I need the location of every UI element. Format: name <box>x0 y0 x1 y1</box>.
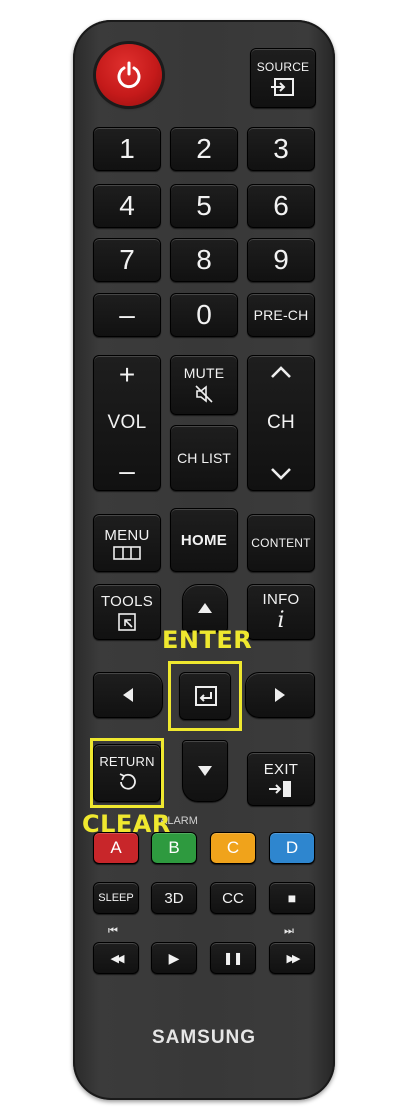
play-button[interactable]: ▶ <box>151 942 197 974</box>
previous-icon: ⏮ <box>108 925 118 937</box>
ch-list-button[interactable]: CH LIST <box>170 425 238 491</box>
tools-icon <box>118 612 136 631</box>
digit-8-button[interactable]: 8 <box>170 238 238 282</box>
sleep-button[interactable]: SLEEP <box>93 882 139 914</box>
exit-button[interactable]: EXIT <box>247 752 315 806</box>
vol-label: VOL <box>107 412 147 433</box>
menu-grid-icon <box>113 545 141 560</box>
digit-3-button[interactable]: 3 <box>247 127 315 171</box>
channel-up-icon[interactable] <box>269 364 293 380</box>
pre-ch-button[interactable]: PRE-CH <box>247 293 315 337</box>
volume-rocker[interactable]: + VOL – <box>93 355 161 491</box>
fast-forward-button[interactable]: ▶▶ <box>269 942 315 974</box>
tools-label: TOOLS <box>100 592 154 610</box>
source-button[interactable]: SOURCE <box>250 48 316 108</box>
digit-2-button[interactable]: 2 <box>170 127 238 171</box>
volume-down-button[interactable]: – <box>119 457 135 485</box>
info-icon: i <box>277 608 285 633</box>
stop-button[interactable]: ■ <box>269 882 315 914</box>
return-highlight-box <box>90 738 164 808</box>
rewind-button[interactable]: ◀◀ <box>93 942 139 974</box>
home-button[interactable]: HOME <box>170 508 238 572</box>
triangle-right-icon <box>275 688 285 702</box>
info-button[interactable]: INFO i <box>247 584 315 640</box>
brand-logo: SAMSUNG <box>151 1027 257 1048</box>
tools-button[interactable]: TOOLS <box>93 584 161 640</box>
source-label: SOURCE <box>256 59 310 74</box>
next-icon: ⏭ <box>284 925 294 937</box>
digit-1-button[interactable]: 1 <box>93 127 161 171</box>
menu-label: MENU <box>104 526 150 544</box>
mute-button[interactable]: MUTE <box>170 355 238 415</box>
triangle-left-icon <box>123 688 133 702</box>
exit-label: EXIT <box>263 760 299 778</box>
digit-0-button[interactable]: 0 <box>170 293 238 337</box>
ch-label: CH <box>266 412 296 433</box>
cc-button[interactable]: CC <box>210 882 256 914</box>
channel-down-icon[interactable] <box>269 466 293 482</box>
channel-rocker[interactable]: CH <box>247 355 315 491</box>
speaker-muted-icon <box>195 385 213 403</box>
info-label: INFO <box>262 591 300 608</box>
enter-annotation-label: ENTER <box>162 626 253 654</box>
digit-9-button[interactable]: 9 <box>247 238 315 282</box>
clear-annotation-label: CLEAR <box>82 810 171 838</box>
menu-button[interactable]: MENU <box>93 514 161 572</box>
digit-5-button[interactable]: 5 <box>170 184 238 228</box>
up-arrow-button[interactable] <box>182 584 228 632</box>
left-arrow-button[interactable] <box>93 672 163 718</box>
color-key-c[interactable]: C <box>210 832 256 864</box>
triangle-down-icon <box>198 766 212 776</box>
color-key-d[interactable]: D <box>269 832 315 864</box>
content-button[interactable]: CONTENT <box>247 514 315 572</box>
3d-button[interactable]: 3D <box>151 882 197 914</box>
input-icon <box>271 77 294 96</box>
pause-button[interactable]: ❚❚ <box>210 942 256 974</box>
right-arrow-button[interactable] <box>245 672 315 718</box>
down-arrow-button[interactable] <box>182 740 228 802</box>
power-button[interactable] <box>96 44 162 106</box>
mute-label: MUTE <box>183 365 225 381</box>
digit-4-button[interactable]: 4 <box>93 184 161 228</box>
triangle-up-icon <box>198 603 212 613</box>
digit-6-button[interactable]: 6 <box>247 184 315 228</box>
volume-up-button[interactable]: + <box>119 361 135 389</box>
exit-icon <box>269 780 291 797</box>
digit-7-button[interactable]: 7 <box>93 238 161 282</box>
power-icon <box>117 61 141 89</box>
enter-highlight-box <box>168 661 242 731</box>
dash-button[interactable]: – <box>93 293 161 337</box>
